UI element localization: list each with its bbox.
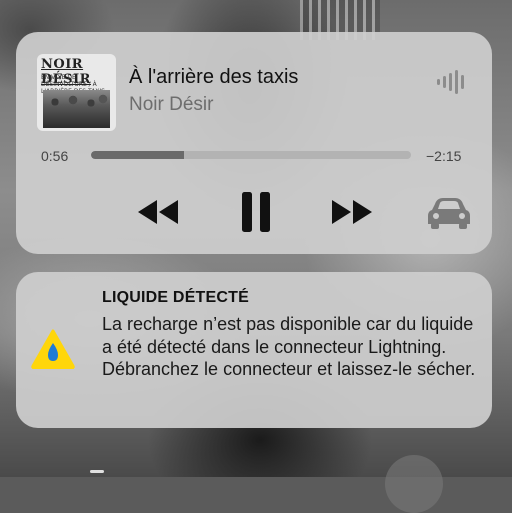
track-artist[interactable]: Noir Désir [129,94,213,116]
elapsed-time: 0:56 [41,148,69,164]
liquid-drop-warning-icon [31,329,75,369]
notification-body: La recharge n’est pas disponible car du … [102,314,476,379]
car-icon[interactable] [426,192,472,232]
rewind-icon[interactable] [134,192,182,232]
notification-title: LIQUIDE DÉTECTÉ [102,289,250,306]
audio-waveform-icon[interactable] [436,70,466,94]
album-artwork[interactable]: NOIR DÉSIR EN VOIE DE DÉSINVOLTURE / À L… [37,54,116,131]
track-title[interactable]: À l'arrière des taxis [129,66,298,89]
wallpaper-detail [385,455,443,513]
playback-progress-fill [91,151,184,159]
artwork-photo [43,90,110,128]
wallpaper-detail [90,470,104,473]
pause-icon[interactable] [238,192,274,232]
fast-forward-icon[interactable] [328,192,376,232]
remaining-time: −2:15 [426,148,462,164]
liquid-detected-notification[interactable]: LIQUIDE DÉTECTÉ La recharge n’est pas di… [16,272,492,428]
now-playing-widget[interactable]: NOIR DÉSIR EN VOIE DE DÉSINVOLTURE / À L… [16,32,492,254]
playback-scrubber[interactable] [91,151,411,159]
